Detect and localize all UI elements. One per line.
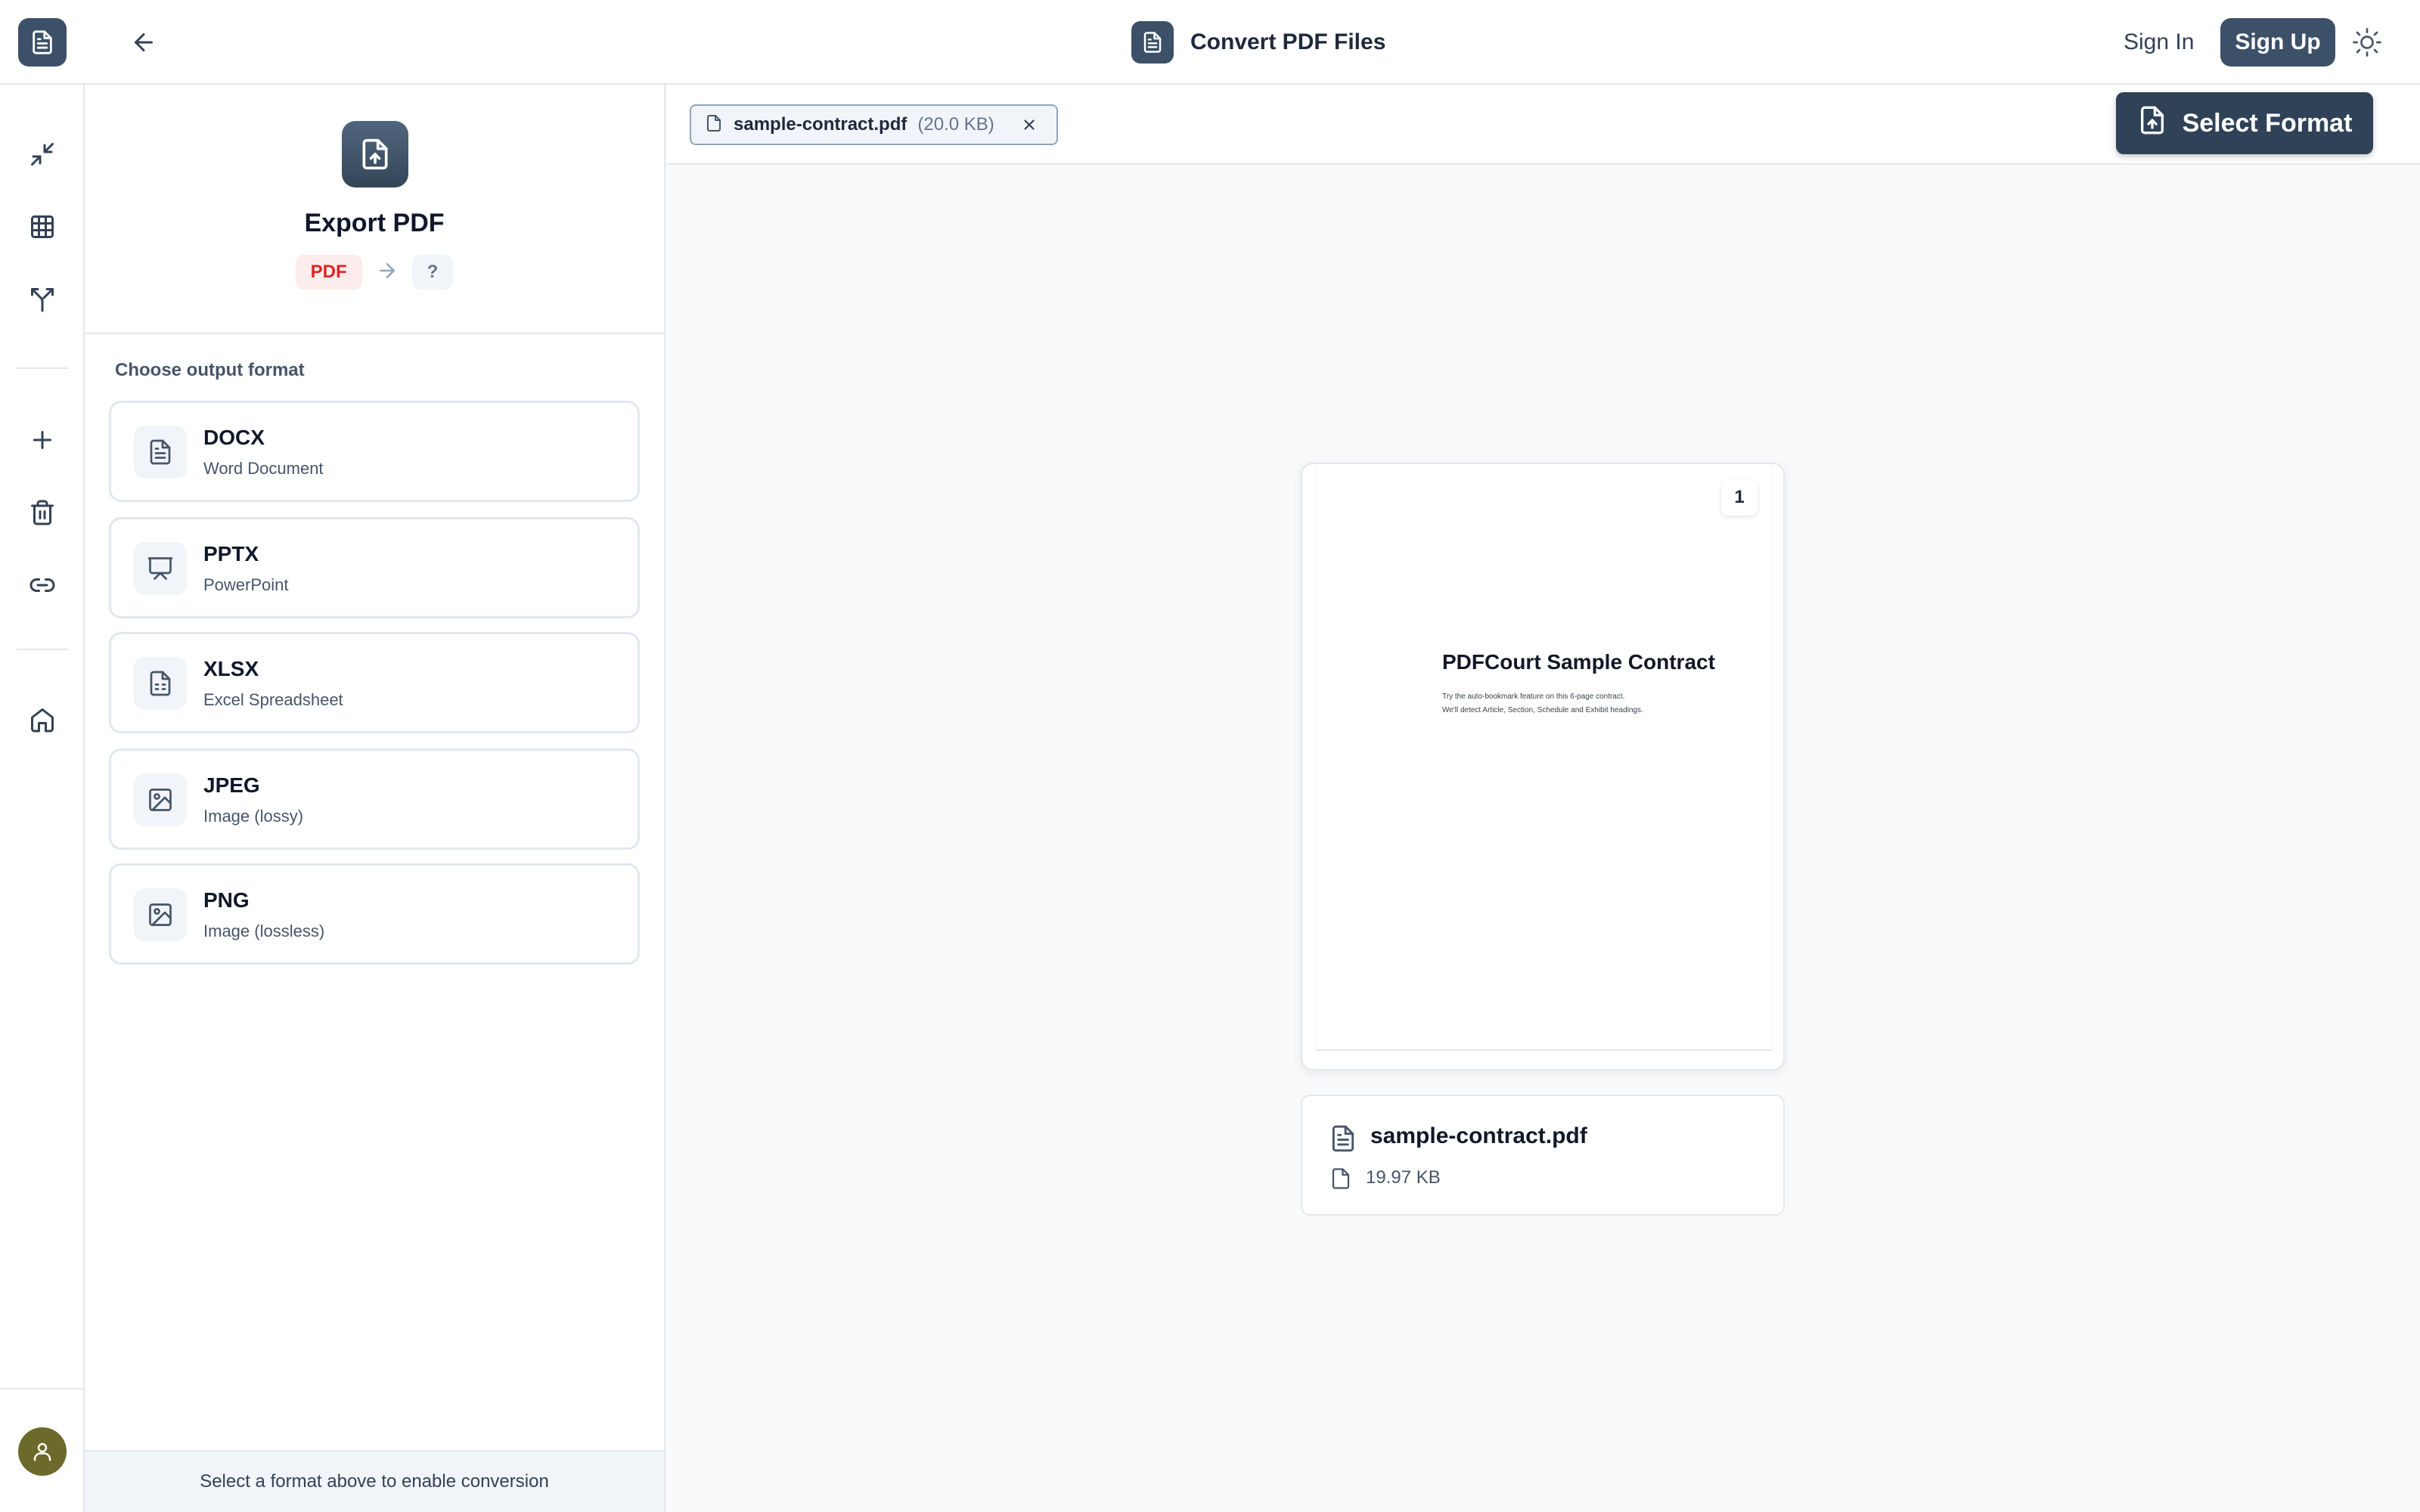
format-option-xlsx[interactable]: XLSX Excel Spreadsheet <box>109 632 640 733</box>
format-option-pptx[interactable]: PPTX PowerPoint <box>109 517 640 618</box>
close-icon[interactable] <box>1019 114 1040 135</box>
app-logo-icon[interactable] <box>18 18 67 67</box>
target-format-badge: ? <box>411 255 454 290</box>
file-info-card: sample-contract.pdf 19.97 KB <box>1301 1095 1785 1216</box>
tool-rail <box>0 85 85 1512</box>
file-text-icon <box>1131 21 1174 64</box>
file-chip-name: sample-contract.pdf <box>734 114 908 135</box>
file-chip[interactable]: sample-contract.pdf (20.0 KB) <box>690 104 1058 145</box>
plus-icon[interactable] <box>21 419 64 461</box>
arrow-right-icon <box>376 259 399 286</box>
compress-icon[interactable] <box>21 133 64 175</box>
trash-icon[interactable] <box>21 491 64 534</box>
format-name: JPEG <box>203 773 260 797</box>
rail-divider <box>0 1388 85 1390</box>
format-name: PNG <box>203 888 250 912</box>
page-thumbnail[interactable]: PDFCourt Sample Contract Try the auto-bo… <box>1301 463 1785 1070</box>
choose-format-label: Choose output format <box>115 360 305 380</box>
split-icon[interactable] <box>21 278 64 321</box>
spreadsheet-icon <box>134 657 187 710</box>
presentation-icon <box>134 542 187 595</box>
panel-footer-hint: Select a format above to enable conversi… <box>85 1450 664 1512</box>
page-number-badge: 1 <box>1721 479 1758 516</box>
format-name: DOCX <box>203 426 265 449</box>
panel-header: Export PDF PDF ? <box>85 85 664 334</box>
file-chip-size: (20.0 KB) <box>917 114 994 135</box>
page-title-group: Convert PDF Files <box>1131 21 1385 64</box>
avatar[interactable] <box>18 1427 67 1476</box>
sun-icon[interactable] <box>2347 23 2387 62</box>
sign-up-button[interactable]: Sign Up <box>2220 18 2335 67</box>
format-option-png[interactable]: PNG Image (lossless) <box>109 863 640 965</box>
file-icon <box>705 114 723 136</box>
file-text-icon <box>134 426 187 479</box>
home-icon[interactable] <box>21 699 64 741</box>
format-option-jpeg[interactable]: JPEG Image (lossy) <box>109 748 640 850</box>
page-sheet: PDFCourt Sample Contract Try the auto-bo… <box>1316 464 1773 1051</box>
image-icon <box>134 773 187 826</box>
document-text-line: Try the auto-bookmark feature on this 6-… <box>1442 692 1625 701</box>
back-arrow-icon[interactable] <box>126 24 162 60</box>
select-format-button[interactable]: Select Format <box>2116 92 2373 154</box>
page-title: Convert PDF Files <box>1190 29 1386 54</box>
image-icon <box>134 888 187 941</box>
link-icon[interactable] <box>21 564 64 606</box>
top-header: Convert PDF Files Sign In Sign Up <box>0 0 2420 85</box>
export-panel: Export PDF PDF ? Choose output format DO… <box>85 85 666 1512</box>
file-export-icon <box>342 121 408 187</box>
grid-icon[interactable] <box>21 206 64 248</box>
format-description: Image (lossy) <box>203 807 304 826</box>
document-title: PDFCourt Sample Contract <box>1442 650 1715 674</box>
source-format-badge: PDF <box>295 255 362 290</box>
conversion-flow: PDF ? <box>85 254 664 290</box>
rail-divider <box>17 367 68 369</box>
file-name: sample-contract.pdf <box>1370 1123 1587 1148</box>
panel-title: Export PDF <box>304 209 445 237</box>
select-format-label: Select Format <box>2182 108 2353 138</box>
format-description: Word Document <box>203 459 324 478</box>
file-icon <box>1328 1166 1354 1191</box>
file-text-icon <box>1328 1123 1358 1154</box>
rail-divider <box>17 649 68 650</box>
format-option-docx[interactable]: DOCX Word Document <box>109 401 640 502</box>
sign-in-button[interactable]: Sign In <box>2102 20 2215 65</box>
format-description: Excel Spreadsheet <box>203 690 343 709</box>
format-description: Image (lossless) <box>203 922 325 940</box>
document-text-line: We'll detect Article, Section, Schedule … <box>1442 706 1643 714</box>
format-name: PPTX <box>203 542 259 565</box>
format-name: XLSX <box>203 657 259 680</box>
file-export-icon <box>2137 105 2167 142</box>
file-size: 19.97 KB <box>1366 1167 1441 1188</box>
format-description: PowerPoint <box>203 575 289 594</box>
